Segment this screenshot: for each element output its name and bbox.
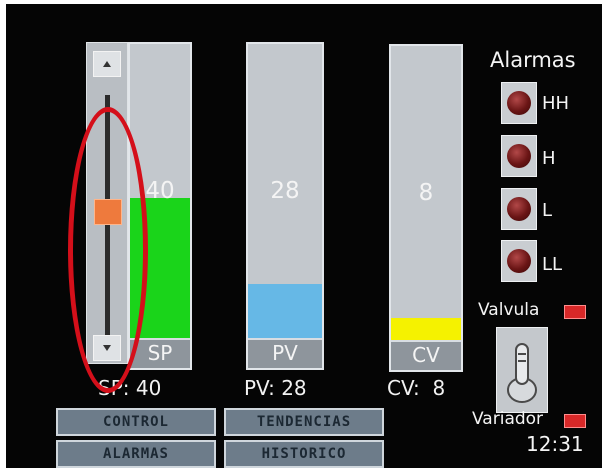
toggle-switch-icon [507, 343, 537, 403]
trends-button[interactable]: TENDENCIAS [224, 408, 384, 436]
cv-bar: 8 CV [389, 44, 463, 372]
cv-bar-tag: CV [391, 340, 461, 370]
arrow-up-icon [103, 61, 111, 67]
drive-label: Variador [472, 409, 544, 429]
valve-indicator [564, 305, 586, 319]
pv-bar-value: 28 [270, 178, 300, 204]
cv-bar-value: 8 [418, 180, 434, 206]
sp-bar-tag: SP [130, 338, 190, 368]
valve-toggle-switch[interactable] [496, 327, 548, 413]
pv-bar-tag: PV [248, 338, 322, 368]
alarm-hh-label: HH [542, 93, 570, 114]
alarm-led-icon [507, 197, 531, 221]
cv-readout: CV: 8 [387, 376, 446, 400]
alarm-l-label: L [542, 200, 553, 221]
alarm-ll-label: LL [542, 254, 563, 275]
alarm-h-label: H [542, 148, 556, 169]
control-button[interactable]: CONTROL [56, 408, 216, 436]
alarms-button[interactable]: ALARMAS [56, 440, 216, 468]
alarm-h [501, 135, 537, 177]
clock: 12:31 [526, 432, 584, 456]
alarm-led-icon [507, 91, 531, 115]
alarms-title: Alarmas [490, 48, 576, 72]
alarm-l [501, 188, 537, 230]
annotation-ring [68, 107, 148, 393]
history-button[interactable]: HISTORICO [224, 440, 384, 468]
valve-label: Valvula [478, 300, 540, 320]
cv-fill [391, 318, 461, 342]
alarm-led-icon [507, 144, 531, 168]
pv-readout: PV: 28 [244, 376, 307, 400]
alarm-led-icon [507, 249, 531, 273]
pv-fill [248, 284, 322, 340]
alarm-ll [501, 240, 537, 282]
drive-indicator [564, 414, 586, 428]
slider-up-button[interactable] [93, 51, 121, 77]
hmi-screen: 40 SP 28 PV 8 CV SP: 40 PV: 28 CV: 8 Ala… [6, 4, 602, 468]
alarm-hh [501, 82, 537, 124]
pv-bar: 28 PV [246, 42, 324, 370]
